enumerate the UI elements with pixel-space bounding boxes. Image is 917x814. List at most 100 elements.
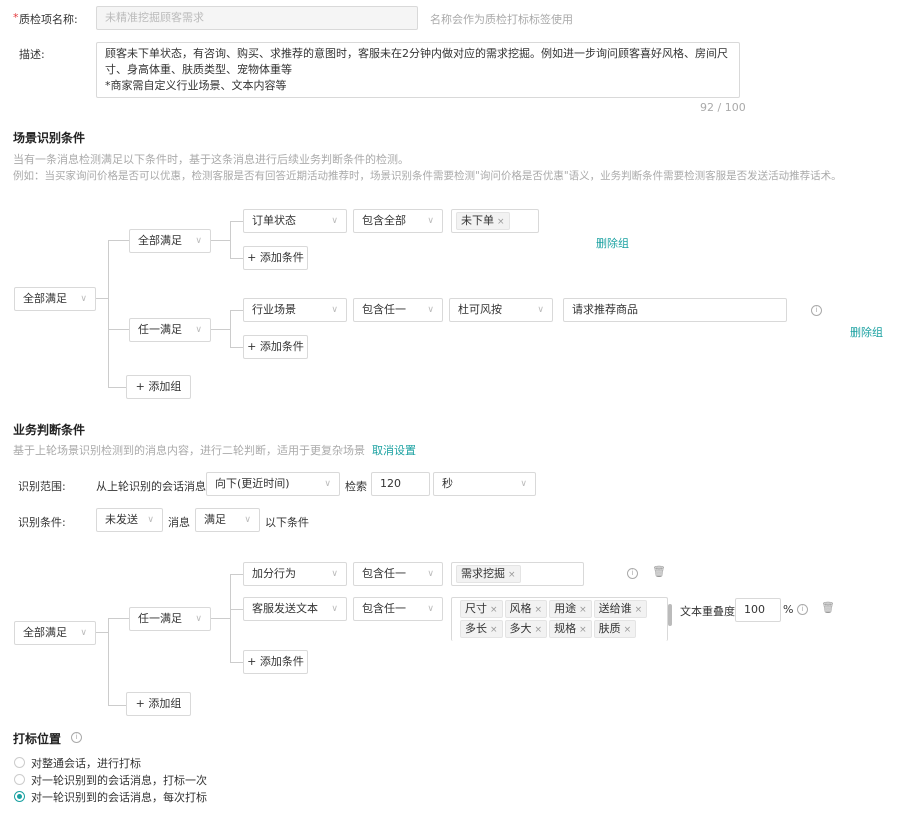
mark-radio[interactable] <box>14 757 25 768</box>
value: 全部满足 <box>138 234 182 247</box>
chevron-down-icon: ∨ <box>147 515 154 525</box>
satisfy-select[interactable]: 满足 ∨ <box>195 508 260 532</box>
business-root-select[interactable]: 全部满足 ∨ <box>14 621 96 645</box>
overlap-label: 文本重叠度 <box>680 605 735 618</box>
chevron-down-icon: ∨ <box>331 569 338 579</box>
cancel-setting-link[interactable]: 取消设置 <box>372 442 416 458</box>
delete-group-1[interactable]: 删除组 <box>596 235 629 251</box>
business-c1-field[interactable]: 加分行为 ∨ <box>243 562 347 586</box>
chevron-down-icon: ∨ <box>537 305 544 315</box>
close-icon[interactable]: × <box>535 625 543 635</box>
send-state-select[interactable]: 未发送 ∨ <box>96 508 163 532</box>
business-c2-tags[interactable]: 尺寸 × 风格 × 用途 × 送给谁 × 多长 × 多大 × 规格 × 肤质 × <box>451 597 668 641</box>
chevron-down-icon: ∨ <box>520 479 527 489</box>
close-icon[interactable]: × <box>490 605 498 615</box>
business-c1-op[interactable]: 包含任一 ∨ <box>353 562 443 586</box>
value: 包含任一 <box>362 567 406 580</box>
business-group-mode[interactable]: 任一满足 ∨ <box>129 607 211 631</box>
mark-radio[interactable] <box>14 774 25 785</box>
close-icon[interactable]: × <box>624 625 632 635</box>
add-condition-button[interactable]: + 添加条件 <box>243 246 308 270</box>
chevron-down-icon: ∨ <box>195 236 202 246</box>
name-input[interactable]: 未精准挖掘顾客需求 <box>96 6 418 30</box>
chevron-down-icon: ∨ <box>427 305 434 315</box>
chevron-down-icon: ∨ <box>427 604 434 614</box>
close-icon[interactable]: × <box>497 217 505 227</box>
value: 杜可风按 <box>458 303 502 316</box>
name-hint: 名称会作为质检打标标签使用 <box>430 13 573 26</box>
info-icon[interactable]: i <box>797 604 808 615</box>
close-icon[interactable]: × <box>635 605 643 615</box>
mark-radio[interactable] <box>14 791 25 802</box>
scene-desc-1: 当有一条消息检测满足以下条件时，基于这条消息进行后续业务判断条件的检测。 <box>13 153 409 166</box>
close-icon[interactable]: × <box>579 625 587 635</box>
overlap-input[interactable]: 100 <box>735 598 781 622</box>
msg-label: 消息 <box>168 516 190 529</box>
search-duration-input[interactable]: 120 <box>371 472 430 496</box>
trash-icon[interactable]: 🗑 <box>821 601 835 614</box>
direction-select[interactable]: 向下(更近时间) ∨ <box>206 472 340 496</box>
value: 未发送 <box>105 513 138 526</box>
unit-select[interactable]: 秒 ∨ <box>433 472 536 496</box>
add-group-button[interactable]: + 添加组 <box>126 692 191 716</box>
scene-g2-value[interactable]: 请求推荐商品 <box>563 298 787 322</box>
value: 包含任一 <box>362 602 406 615</box>
info-icon[interactable]: i <box>627 568 638 579</box>
scene-g2-industry[interactable]: 杜可风按 ∨ <box>449 298 553 322</box>
add-condition-button[interactable]: + 添加条件 <box>243 650 308 674</box>
info-icon[interactable]: i <box>811 305 822 316</box>
close-icon[interactable]: × <box>508 570 516 580</box>
delete-group-2[interactable]: 删除组 <box>850 324 883 340</box>
scene-g2-field[interactable]: 行业场景 ∨ <box>243 298 347 322</box>
chevron-down-icon: ∨ <box>427 216 434 226</box>
value: 全部满足 <box>23 292 67 305</box>
value: 包含任一 <box>362 303 406 316</box>
range-label: 识别范围: <box>18 480 66 493</box>
scene-group1-mode[interactable]: 全部满足 ∨ <box>129 229 211 253</box>
tag: 肤质 × <box>593 620 637 638</box>
close-icon[interactable]: × <box>490 625 498 635</box>
search-label: 检索 <box>345 480 367 493</box>
add-group-button[interactable]: + 添加组 <box>126 375 191 399</box>
value: 客服发送文本 <box>252 602 318 615</box>
close-icon[interactable]: × <box>579 605 587 615</box>
add-condition-button[interactable]: + 添加条件 <box>243 335 308 359</box>
required-mark: * <box>13 11 19 24</box>
chevron-down-icon: ∨ <box>427 569 434 579</box>
scene-g1-op[interactable]: 包含全部 ∨ <box>353 209 443 233</box>
info-icon[interactable]: i <box>71 732 82 743</box>
value: 全部满足 <box>23 626 67 639</box>
value: 任一满足 <box>138 323 182 336</box>
business-title: 业务判断条件 <box>13 423 86 437</box>
scene-desc-2: 例如：当买家询问价格是否可以优惠，检测客服是否有回答近期活动推荐时，场景识别条件… <box>13 170 842 182</box>
trash-icon[interactable]: 🗑 <box>652 565 666 578</box>
chevron-down-icon: ∨ <box>331 305 338 315</box>
tag: 未下单 × <box>456 212 510 230</box>
close-icon[interactable]: × <box>535 605 543 615</box>
mark-option-label[interactable]: 对一轮识别到的会话消息，打标一次 <box>31 772 207 788</box>
tag: 多长 × <box>460 620 503 638</box>
tag: 需求挖掘 × <box>456 565 521 583</box>
business-c2-field[interactable]: 客服发送文本 ∨ <box>243 597 347 621</box>
tag: 尺寸 × <box>460 600 503 618</box>
business-c1-tags[interactable]: 需求挖掘 × <box>451 562 584 586</box>
mark-option-label[interactable]: 对整通会话，进行打标 <box>31 755 141 771</box>
tag: 送给谁 × <box>593 600 648 618</box>
business-c2-op[interactable]: 包含任一 ∨ <box>353 597 443 621</box>
chevron-down-icon: ∨ <box>80 294 87 304</box>
tag: 多大 × <box>504 620 548 638</box>
scene-g2-op[interactable]: 包含任一 ∨ <box>353 298 443 322</box>
range-text: 从上轮识别的会话消息 <box>96 480 206 493</box>
tags-scrollbar[interactable] <box>668 604 672 626</box>
scene-g1-tags[interactable]: 未下单 × <box>451 209 539 233</box>
scene-group2-mode[interactable]: 任一满足 ∨ <box>129 318 211 342</box>
desc-textarea[interactable]: 顾客未下单状态，有咨询、购买、求推荐的意图时，客服未在2分钟内做对应的需求挖掘。… <box>96 42 740 98</box>
value: 满足 <box>204 513 226 526</box>
scene-root-select[interactable]: 全部满足 ∨ <box>14 287 96 311</box>
chevron-down-icon: ∨ <box>331 604 338 614</box>
tag: 规格 × <box>549 620 592 638</box>
desc-label: 描述: <box>19 48 45 61</box>
chevron-down-icon: ∨ <box>331 216 338 226</box>
scene-g1-field[interactable]: 订单状态 ∨ <box>243 209 347 233</box>
mark-option-label[interactable]: 对一轮识别到的会话消息，每次打标 <box>31 789 207 805</box>
